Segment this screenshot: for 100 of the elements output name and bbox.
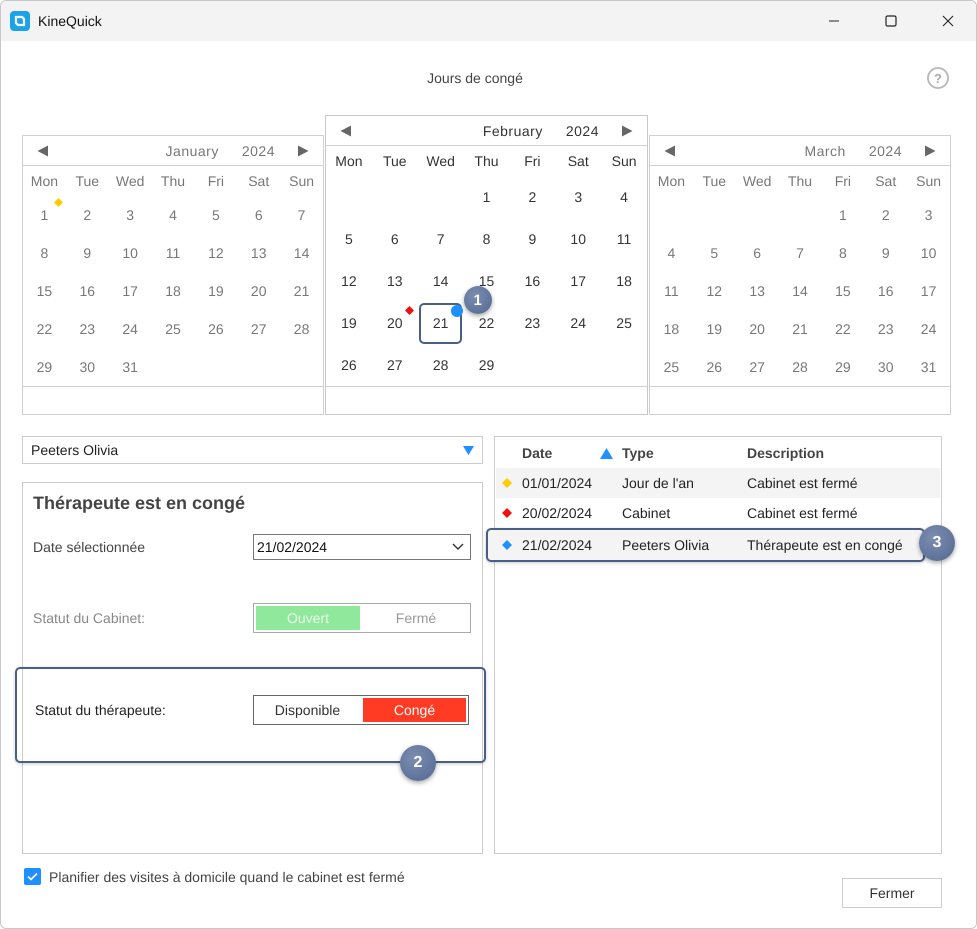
- previous-month-button[interactable]: [340, 124, 352, 136]
- calendar-day[interactable]: 24: [122, 321, 138, 337]
- calendar-day[interactable]: 11: [664, 283, 679, 299]
- calendar-day[interactable]: 2: [528, 189, 536, 205]
- calendar-day[interactable]: 28: [432, 357, 448, 373]
- calendar-day[interactable]: 12: [341, 273, 357, 289]
- calendar-day[interactable]: 11: [166, 245, 180, 261]
- calendar-day[interactable]: 20: [749, 321, 765, 337]
- table-row[interactable]: 20/02/2024 Cabinet Cabinet est fermé: [496, 498, 940, 528]
- calendar-day[interactable]: 6: [753, 245, 762, 261]
- column-header[interactable]: Date: [522, 445, 552, 461]
- calendar-day[interactable]: 22: [835, 321, 851, 337]
- calendar-day[interactable]: 7: [436, 231, 445, 247]
- calendar-day[interactable]: 17: [920, 283, 936, 299]
- calendar-day[interactable]: 16: [524, 273, 540, 289]
- calendar-day[interactable]: 4: [620, 189, 628, 205]
- calendar-day[interactable]: 11: [616, 231, 632, 247]
- calendar-day[interactable]: 20: [250, 283, 266, 299]
- calendar-day[interactable]: 26: [706, 359, 722, 375]
- therapist-dropdown[interactable]: Peeters Olivia: [22, 436, 483, 464]
- maximize-icon[interactable]: [884, 15, 896, 27]
- calendar-day[interactable]: 12: [208, 245, 224, 261]
- calendar-day[interactable]: 26: [208, 321, 224, 337]
- year-label[interactable]: 2024: [242, 142, 275, 158]
- calendar-day[interactable]: 24: [570, 315, 586, 331]
- calendar-day[interactable]: 3: [924, 207, 932, 223]
- calendar-day[interactable]: 6: [390, 231, 399, 247]
- calendar-day[interactable]: 28: [294, 321, 310, 337]
- calendar-day[interactable]: 17: [570, 273, 586, 289]
- previous-month-button[interactable]: [664, 144, 676, 156]
- calendar-day[interactable]: 3: [574, 189, 582, 205]
- calendar-day[interactable]: 10: [122, 245, 138, 261]
- calendar-day[interactable]: 23: [878, 321, 894, 337]
- calendar-day[interactable]: 13: [386, 273, 403, 289]
- calendar-day[interactable]: 19: [706, 321, 722, 337]
- calendar-day[interactable]: 18: [664, 321, 680, 337]
- column-header[interactable]: Description: [747, 445, 940, 461]
- calendar-day[interactable]: 19: [208, 283, 224, 299]
- calendar-day[interactable]: 8: [40, 245, 48, 261]
- calendar-day[interactable]: 7: [298, 207, 306, 223]
- calendar-day[interactable]: 31: [122, 359, 138, 375]
- calendar-day[interactable]: 27: [250, 321, 266, 337]
- table-row[interactable]: 01/01/2024 Jour de l'an Cabinet est fermé: [496, 468, 940, 498]
- calendar-day[interactable]: 1: [838, 207, 847, 223]
- calendar-day[interactable]: 24: [920, 321, 936, 337]
- highlight-frame[interactable]: 21/02/2024 Peeters Olivia Thérapeute est en congé: [486, 528, 925, 562]
- calendar-day[interactable]: 21: [294, 283, 310, 299]
- calendar-day[interactable]: 2: [882, 207, 890, 223]
- calendar-day[interactable]: 22: [478, 315, 494, 331]
- calendar-day[interactable]: 1: [40, 207, 48, 223]
- month-label[interactable]: February: [482, 122, 543, 138]
- calendar-day[interactable]: 15: [835, 283, 851, 299]
- calendar-day[interactable]: 14: [294, 245, 310, 261]
- calendar-day[interactable]: 4: [169, 207, 177, 223]
- column-header[interactable]: Type: [622, 445, 747, 461]
- month-label[interactable]: January: [166, 142, 219, 158]
- calendar-day[interactable]: 25: [165, 321, 181, 337]
- calendar-day[interactable]: 2: [83, 207, 92, 223]
- calendar-day[interactable]: 22: [36, 321, 52, 337]
- calendar-day[interactable]: 9: [83, 245, 92, 261]
- calendar-day[interactable]: 16: [878, 283, 894, 299]
- calendar-day[interactable]: 21: [792, 321, 808, 337]
- year-label[interactable]: 2024: [868, 142, 902, 158]
- calendar-day[interactable]: 9: [528, 231, 536, 247]
- help-button[interactable]: ?: [927, 67, 949, 89]
- calendar-day[interactable]: 8: [838, 245, 847, 261]
- toggle-option[interactable]: Congé: [363, 698, 466, 722]
- calendar-day[interactable]: 8: [482, 231, 490, 247]
- calendar-day[interactable]: 26: [341, 357, 357, 373]
- calendar-day[interactable]: 30: [79, 359, 96, 375]
- calendar-day[interactable]: 29: [835, 359, 851, 375]
- calendar-day[interactable]: 25: [616, 315, 632, 331]
- calendar-day[interactable]: 12: [706, 283, 722, 299]
- calendar-day[interactable]: 19: [341, 315, 357, 331]
- calendar-day[interactable]: 1: [482, 189, 490, 205]
- month-label[interactable]: March: [804, 142, 846, 158]
- calendar-day[interactable]: 9: [882, 245, 890, 261]
- calendar-day[interactable]: 6: [254, 207, 263, 223]
- calendar-day[interactable]: 27: [386, 357, 403, 373]
- calendar-day[interactable]: 23: [524, 315, 540, 331]
- calendar-day[interactable]: 31: [920, 359, 936, 375]
- calendar-day[interactable]: 5: [345, 231, 353, 247]
- calendar-day[interactable]: 14: [432, 273, 448, 289]
- close-icon[interactable]: [942, 15, 954, 27]
- calendar-day[interactable]: 15: [36, 283, 52, 299]
- date-field[interactable]: 21/02/2024: [253, 534, 471, 560]
- calendar-day[interactable]: 4: [668, 245, 676, 261]
- next-month-button[interactable]: [297, 144, 309, 156]
- calendar-day[interactable]: 17: [122, 283, 138, 299]
- calendar-day[interactable]: 5: [710, 245, 718, 261]
- next-month-button[interactable]: [621, 124, 633, 136]
- previous-month-button[interactable]: [37, 144, 49, 156]
- checkbox[interactable]: [24, 868, 41, 885]
- calendar-day[interactable]: 28: [792, 359, 808, 375]
- calendar-day[interactable]: 25: [664, 359, 680, 375]
- calendar-day[interactable]: 30: [878, 359, 894, 375]
- calendar-day[interactable]: 13: [250, 245, 266, 261]
- calendar-day[interactable]: 16: [79, 283, 96, 299]
- calendar-day[interactable]: 23: [79, 321, 96, 337]
- calendar-day[interactable]: 13: [749, 283, 765, 299]
